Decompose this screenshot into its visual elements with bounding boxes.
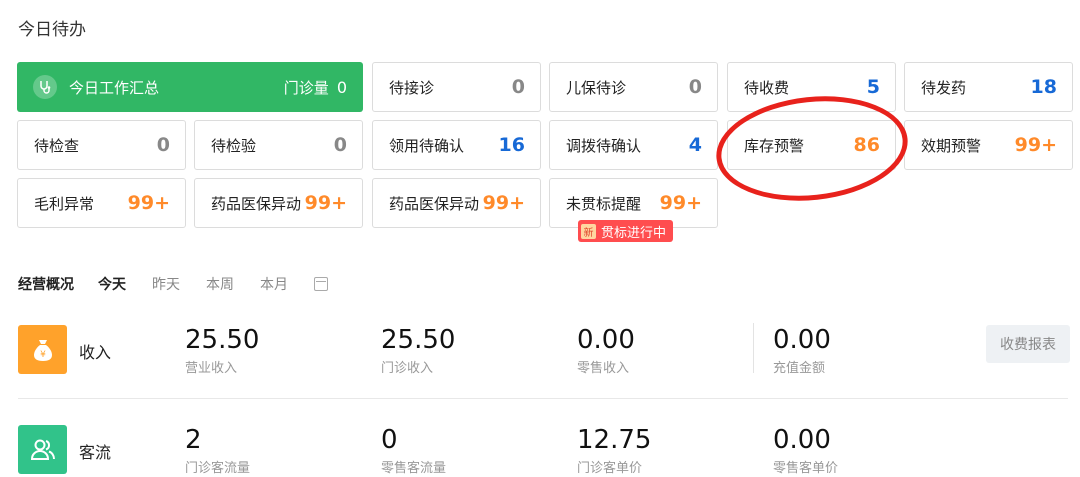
metric-value: 0.00 xyxy=(773,325,831,355)
metric-value: 2 xyxy=(185,425,202,455)
todo-card-count: 99+ xyxy=(482,192,525,214)
todo-card-label: 待检验 xyxy=(211,136,257,155)
row-divider xyxy=(18,398,1068,399)
todo-card-count: 99+ xyxy=(127,192,170,214)
metric-label: 零售客流量 xyxy=(381,461,447,476)
todo-card-label: 调拨待确认 xyxy=(566,136,642,155)
todo-card-count: 99+ xyxy=(1014,134,1057,156)
metric: 0 零售客流量 xyxy=(381,425,446,476)
todo-card-label: 库存预警 xyxy=(744,136,805,155)
todo-card-label: 待收费 xyxy=(744,78,790,97)
todo-card[interactable]: 儿保待诊 0 xyxy=(549,62,718,112)
todo-card[interactable]: 毛利异常 99+ xyxy=(17,178,186,228)
calendar-icon[interactable] xyxy=(314,277,328,291)
todo-card-stock-warning[interactable]: 库存预警 86 xyxy=(727,120,896,170)
todo-card-label: 毛利异常 xyxy=(34,194,95,213)
todo-card-count: 0 xyxy=(333,134,347,156)
metric-label: 零售客单价 xyxy=(773,461,839,476)
metric-value: 0.00 xyxy=(773,425,831,455)
metric-label: 充值金额 xyxy=(773,361,826,376)
tab-this-week[interactable]: 本周 xyxy=(206,274,234,294)
todo-card-label: 效期预警 xyxy=(921,136,982,155)
todo-card[interactable]: 待发药 18 xyxy=(904,62,1073,112)
todo-card-count: 16 xyxy=(498,134,525,156)
todo-card[interactable]: 待收费 5 xyxy=(727,62,896,112)
tab-this-month[interactable]: 本月 xyxy=(260,274,288,294)
metric-label: 营业收入 xyxy=(185,361,238,376)
todo-card[interactable]: 待检查 0 xyxy=(17,120,186,170)
todo-card[interactable]: 药品医保异动 99+ xyxy=(372,178,541,228)
todo-card-label: 儿保待诊 xyxy=(566,78,627,97)
todo-card-count: 4 xyxy=(688,134,702,156)
todo-card-count: 0 xyxy=(156,134,170,156)
money-bag-icon: ¥ xyxy=(18,325,67,374)
metric-value: 0 xyxy=(381,425,398,455)
metric-value: 25.50 xyxy=(381,325,456,355)
charge-report-button[interactable]: 收费报表 xyxy=(986,325,1070,363)
users-icon xyxy=(18,425,67,474)
todo-card-count: 99+ xyxy=(659,192,702,214)
vertical-divider xyxy=(753,323,754,373)
badge-text: 贯标进行中 xyxy=(601,225,667,241)
todo-card-count: 5 xyxy=(866,76,880,98)
traffic-row: 客流 2 门诊客流量 0 零售客流量 12.75 门诊客单价 0.00 零售客单价 xyxy=(18,425,1080,477)
metric-label: 门诊客单价 xyxy=(577,461,643,476)
todo-card-count: 0 xyxy=(511,76,525,98)
outpatient-volume-label: 门诊量 xyxy=(283,78,329,97)
metric-value: 25.50 xyxy=(185,325,260,355)
metric-label: 门诊客流量 xyxy=(185,461,251,476)
todo-card[interactable]: 效期预警 99+ xyxy=(904,120,1073,170)
metric: 0.00 零售客单价 xyxy=(773,425,838,476)
metric: 12.75 门诊客单价 xyxy=(577,425,651,476)
traffic-label: 客流 xyxy=(79,443,112,462)
todo-card-label: 待检查 xyxy=(34,136,80,155)
standard-progress-badge: 新 贯标进行中 xyxy=(578,220,674,242)
todo-card[interactable]: 调拨待确认 4 xyxy=(549,120,718,170)
metric-value: 0.00 xyxy=(577,325,635,355)
todo-card[interactable]: 待检验 0 xyxy=(194,120,363,170)
operations-title: 经营概况 xyxy=(18,277,74,293)
todo-card-label: 领用待确认 xyxy=(389,136,465,155)
income-label: 收入 xyxy=(79,343,112,362)
new-tag: 新 xyxy=(581,223,596,239)
metric-label: 零售收入 xyxy=(577,361,630,376)
page-title: 今日待办 xyxy=(18,20,86,40)
metric: 2 门诊客流量 xyxy=(185,425,250,476)
todo-card-label: 药品医保异动 xyxy=(389,194,480,213)
tab-today[interactable]: 今天 xyxy=(98,274,126,294)
todo-card-count: 99+ xyxy=(304,192,347,214)
todo-card-count: 0 xyxy=(688,76,702,98)
todo-card-label: 待发药 xyxy=(921,78,967,97)
todo-card[interactable]: 药品医保异动 99+ xyxy=(194,178,363,228)
work-summary-card[interactable]: 今日工作汇总 门诊量 0 xyxy=(17,62,363,112)
metric-label: 门诊收入 xyxy=(381,361,434,376)
summary-title: 今日工作汇总 xyxy=(69,78,160,97)
operations-header: 经营概况 今天 昨天 本周 本月 xyxy=(18,274,328,294)
stethoscope-icon xyxy=(33,75,57,99)
todo-card-label: 待接诊 xyxy=(389,78,435,97)
metric-value: 12.75 xyxy=(577,425,652,455)
yuan-glyph: ¥ xyxy=(40,350,46,360)
todo-card-count: 18 xyxy=(1030,76,1057,98)
todo-card[interactable]: 待接诊 0 xyxy=(372,62,541,112)
outpatient-volume-value: 0 xyxy=(336,77,347,97)
tab-yesterday[interactable]: 昨天 xyxy=(152,274,180,294)
todo-card-label: 未贯标提醒 xyxy=(566,194,642,213)
todo-card[interactable]: 领用待确认 16 xyxy=(372,120,541,170)
income-row: ¥ 收入 25.50 营业收入 25.50 门诊收入 0.00 零售收入 0.00 充值… xyxy=(18,325,1080,397)
metric: 25.50 门诊收入 xyxy=(381,325,455,376)
metric: 0.00 充值金额 xyxy=(773,325,831,376)
todo-card-count: 86 xyxy=(853,134,880,156)
metric: 25.50 营业收入 xyxy=(185,325,259,376)
metric: 0.00 零售收入 xyxy=(577,325,635,376)
todo-card-label: 药品医保异动 xyxy=(211,194,302,213)
